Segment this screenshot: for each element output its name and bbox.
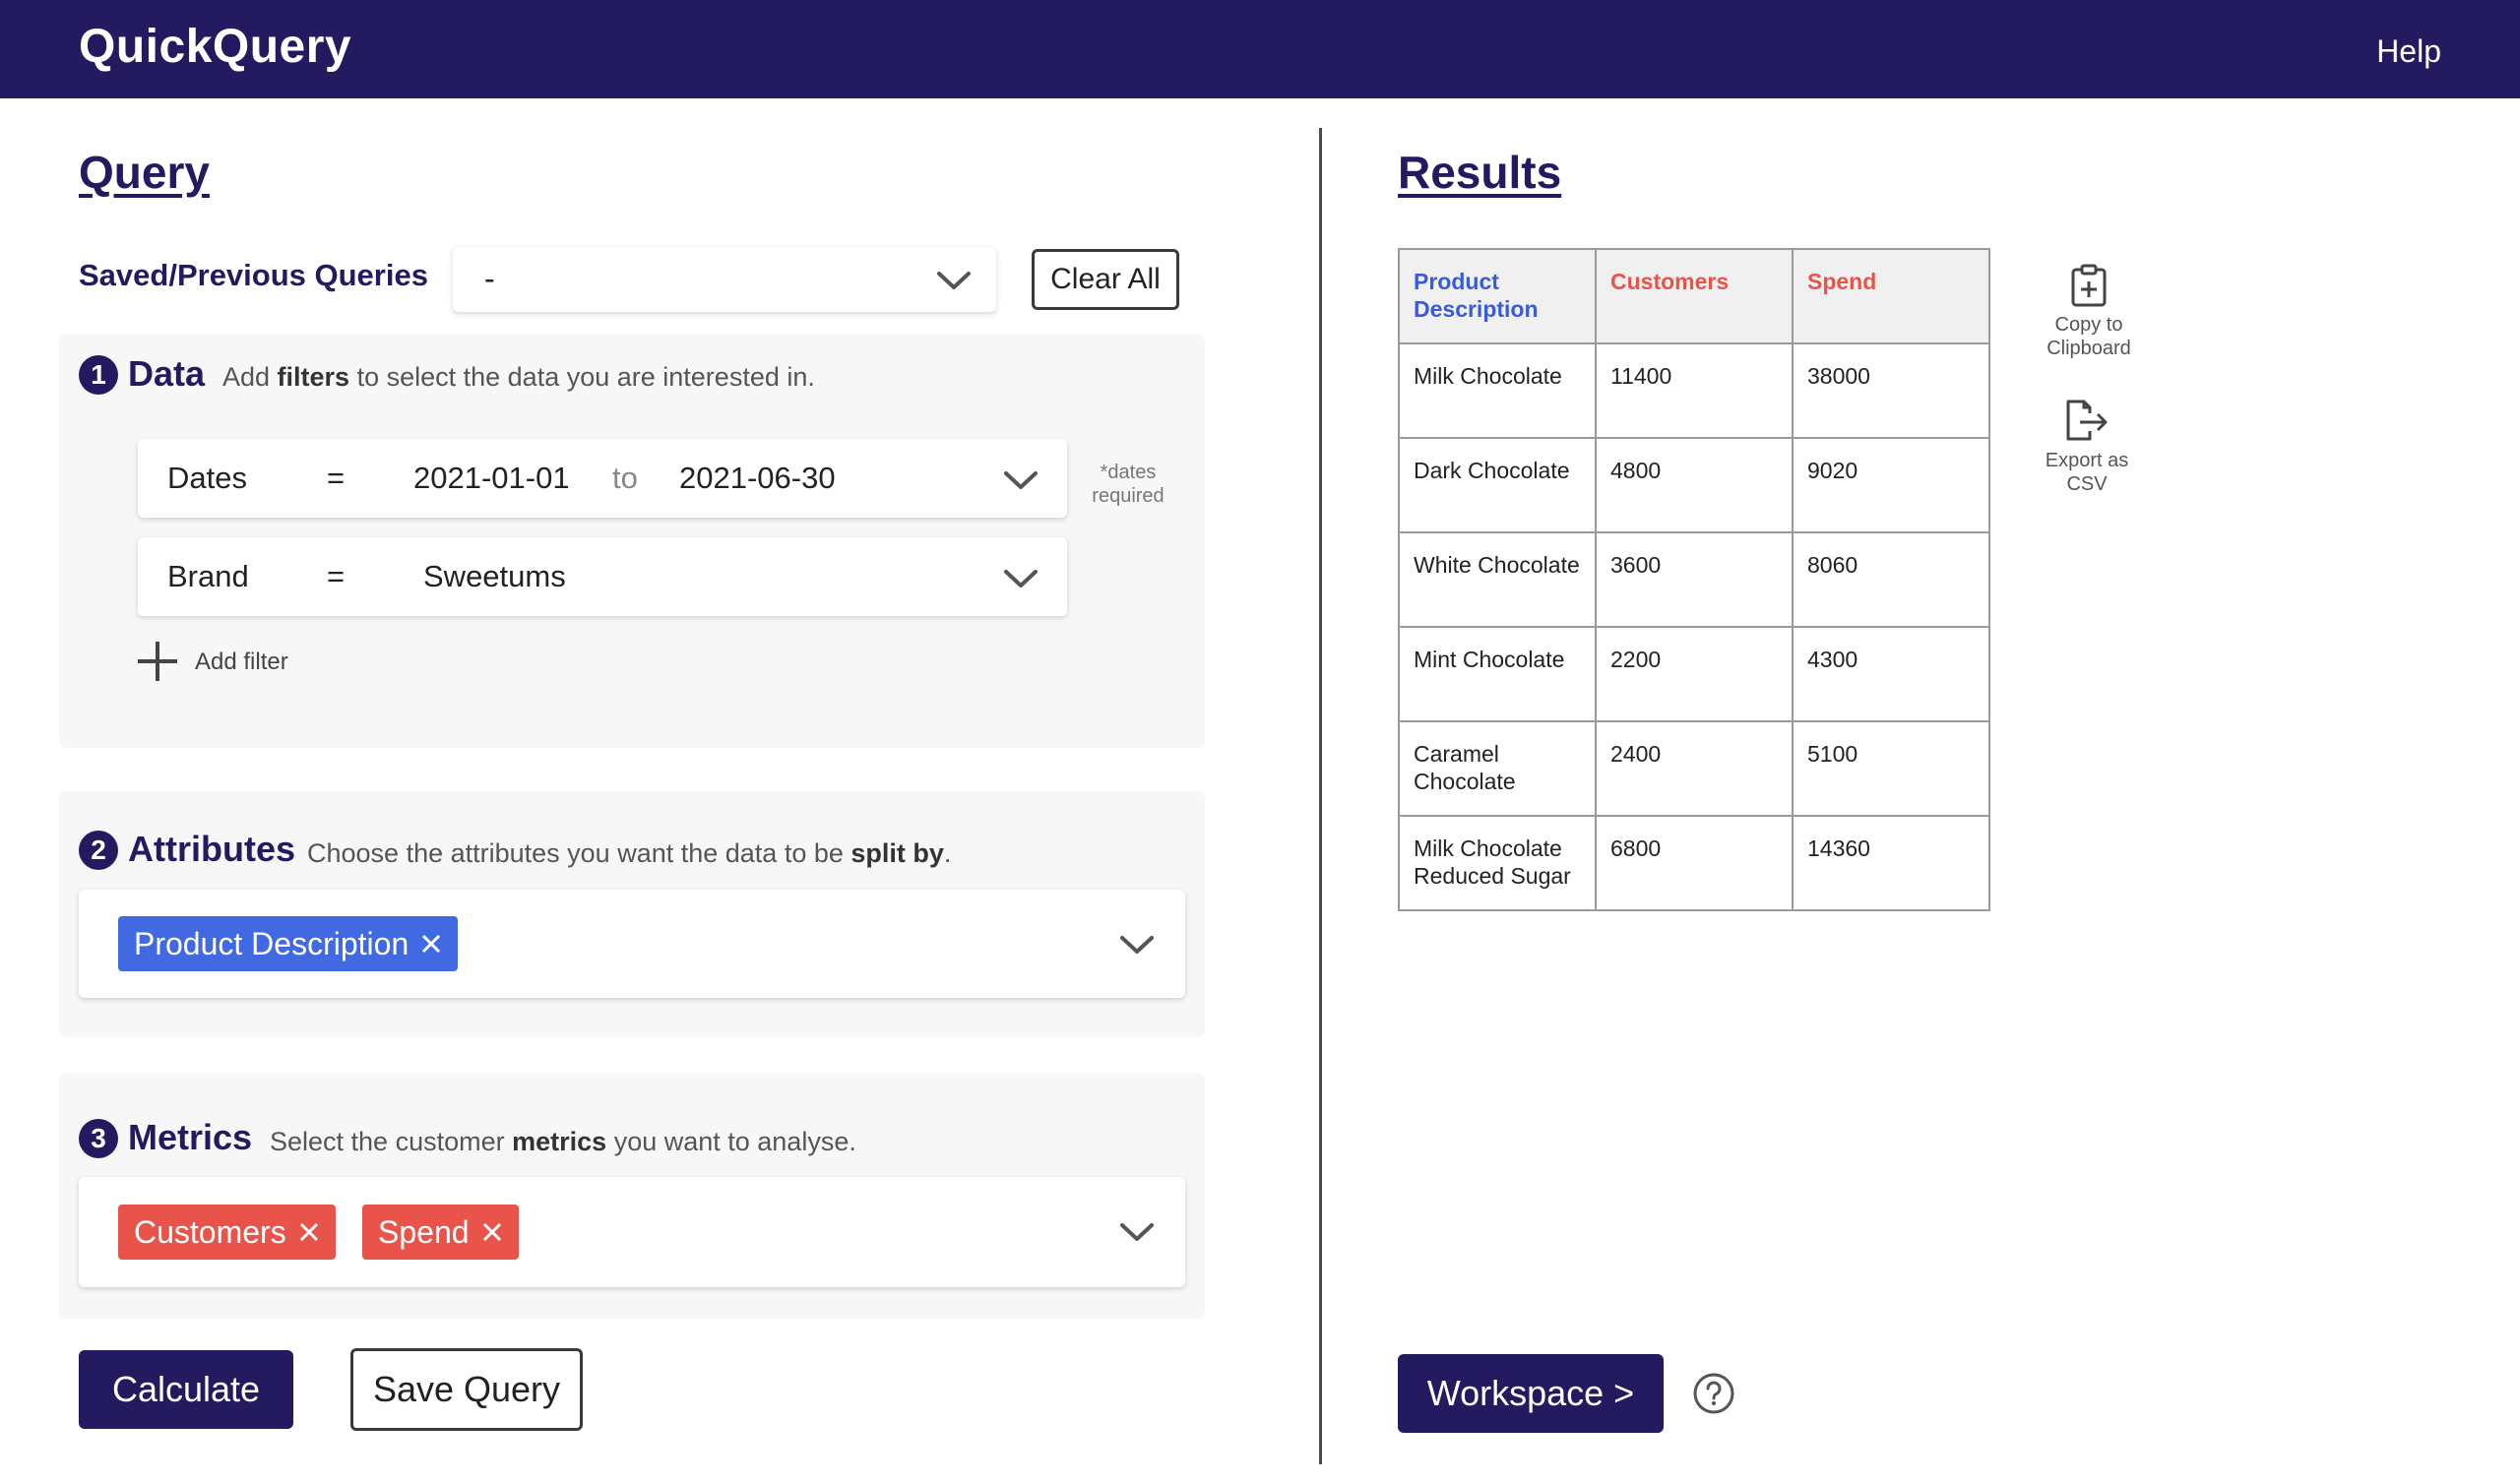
- chevron-down-icon[interactable]: [1118, 933, 1156, 957]
- table-row: Milk Chocolate 11400 38000: [1398, 342, 1990, 439]
- table-cell: Milk Chocolate: [1398, 342, 1597, 439]
- saved-queries-label: Saved/Previous Queries: [79, 258, 428, 292]
- brand-filter-value: Sweetums: [423, 559, 566, 593]
- table-header-row: Product Description Customers Spend: [1398, 248, 1990, 344]
- date-from-value[interactable]: 2021-01-01: [413, 461, 570, 496]
- dates-required-note: *dates required: [1092, 462, 1165, 507]
- calculate-button[interactable]: Calculate: [79, 1350, 293, 1429]
- save-query-button[interactable]: Save Query: [350, 1348, 583, 1431]
- filter-operator: =: [327, 461, 346, 495]
- table-row: Dark Chocolate 4800 9020: [1398, 437, 1990, 533]
- table-cell: 6800: [1595, 815, 1794, 911]
- table-row: Mint Chocolate 2200 4300: [1398, 626, 1990, 722]
- results-table: Product Description Customers Spend Milk…: [1398, 248, 1990, 911]
- chevron-down-icon[interactable]: [1118, 1220, 1156, 1244]
- table-cell: 2200: [1595, 626, 1794, 722]
- table-cell: 11400: [1595, 342, 1794, 439]
- table-cell: 2400: [1595, 720, 1794, 817]
- close-icon[interactable]: [481, 1221, 503, 1243]
- attributes-step-description: Choose the attributes you want the data …: [307, 838, 952, 868]
- close-icon[interactable]: [420, 933, 442, 955]
- metric-chip-customers: Customers: [118, 1205, 336, 1260]
- metrics-step-description: Select the customer metrics you want to …: [270, 1127, 856, 1156]
- table-cell: Dark Chocolate: [1398, 437, 1597, 533]
- column-header-spend: Spend: [1792, 248, 1990, 344]
- brand-filter-row[interactable]: Brand = Sweetums: [138, 537, 1067, 616]
- metric-chip-label: Spend: [378, 1213, 470, 1250]
- plus-icon: [138, 642, 177, 681]
- table-row: Caramel Chocolate 2400 5100: [1398, 720, 1990, 817]
- table-cell: 5100: [1792, 720, 1990, 817]
- metric-chip-spend: Spend: [362, 1205, 519, 1260]
- top-bar: QuickQuery Help: [0, 0, 2520, 98]
- help-circle-icon[interactable]: [1692, 1372, 1735, 1415]
- metric-chip-label: Customers: [134, 1213, 286, 1250]
- saved-queries-value: -: [484, 261, 495, 296]
- table-cell: 9020: [1792, 437, 1990, 533]
- clipboard-plus-icon: [2071, 264, 2107, 307]
- table-cell: Mint Chocolate: [1398, 626, 1597, 722]
- saved-queries-select[interactable]: -: [453, 247, 996, 312]
- app-title: QuickQuery: [79, 21, 352, 73]
- export-file-icon: [2066, 400, 2108, 441]
- metrics-step-title: Metrics: [128, 1117, 253, 1157]
- copy-to-clipboard-button[interactable]: Copy to Clipboard: [2030, 264, 2148, 360]
- attribute-chip-label: Product Description: [134, 925, 410, 961]
- date-range-to-label: to: [612, 461, 638, 495]
- export-csv-button[interactable]: Export as CSV: [2028, 400, 2146, 496]
- table-cell: 4300: [1792, 626, 1990, 722]
- table-cell: White Chocolate: [1398, 531, 1597, 628]
- step-1-badge: 1: [79, 355, 118, 395]
- attributes-step-title: Attributes: [128, 829, 295, 869]
- table-cell: 8060: [1792, 531, 1990, 628]
- workspace-button[interactable]: Workspace >: [1398, 1354, 1664, 1433]
- query-heading: Query: [79, 147, 210, 198]
- attribute-chip: Product Description: [118, 916, 459, 971]
- dates-filter-row[interactable]: Dates = 2021-01-01 to 2021-06-30: [138, 439, 1067, 518]
- table-row: White Chocolate 3600 8060: [1398, 531, 1990, 628]
- table-cell: 14360: [1792, 815, 1990, 911]
- table-cell: Milk Chocolate Reduced Sugar: [1398, 815, 1597, 911]
- column-header-customers: Customers: [1595, 248, 1794, 344]
- table-cell: 4800: [1595, 437, 1794, 533]
- clear-all-button[interactable]: Clear All: [1032, 249, 1179, 310]
- table-row: Milk Chocolate Reduced Sugar 6800 14360: [1398, 815, 1990, 911]
- filter-operator: =: [327, 559, 346, 593]
- data-step-description: Add filters to select the data you are i…: [222, 362, 815, 392]
- filter-field: Dates: [167, 461, 247, 495]
- copy-to-clipboard-label: Copy to Clipboard: [2047, 314, 2131, 359]
- chevron-down-icon[interactable]: [1002, 468, 1040, 492]
- table-cell: Caramel Chocolate: [1398, 720, 1597, 817]
- chevron-down-icon: [937, 272, 971, 289]
- filter-field: Brand: [167, 559, 249, 593]
- add-filter-label: Add filter: [195, 649, 288, 675]
- data-step-title: Data: [128, 353, 206, 394]
- chevron-down-icon[interactable]: [1002, 567, 1040, 590]
- step-3-badge: 3: [79, 1119, 118, 1158]
- column-header-product-description: Product Description: [1398, 248, 1597, 344]
- date-to-value[interactable]: 2021-06-30: [679, 461, 836, 496]
- panel-divider: [1319, 128, 1322, 1464]
- export-csv-label: Export as CSV: [2045, 450, 2129, 495]
- step-2-badge: 2: [79, 831, 118, 870]
- help-link[interactable]: Help: [2376, 33, 2441, 70]
- add-filter-button[interactable]: Add filter: [136, 640, 313, 683]
- table-cell: 38000: [1792, 342, 1990, 439]
- metrics-select[interactable]: Customers Spend: [79, 1177, 1185, 1287]
- attributes-select[interactable]: Product Description: [79, 890, 1185, 998]
- results-heading: Results: [1398, 147, 1562, 198]
- table-cell: 3600: [1595, 531, 1794, 628]
- close-icon[interactable]: [298, 1221, 320, 1243]
